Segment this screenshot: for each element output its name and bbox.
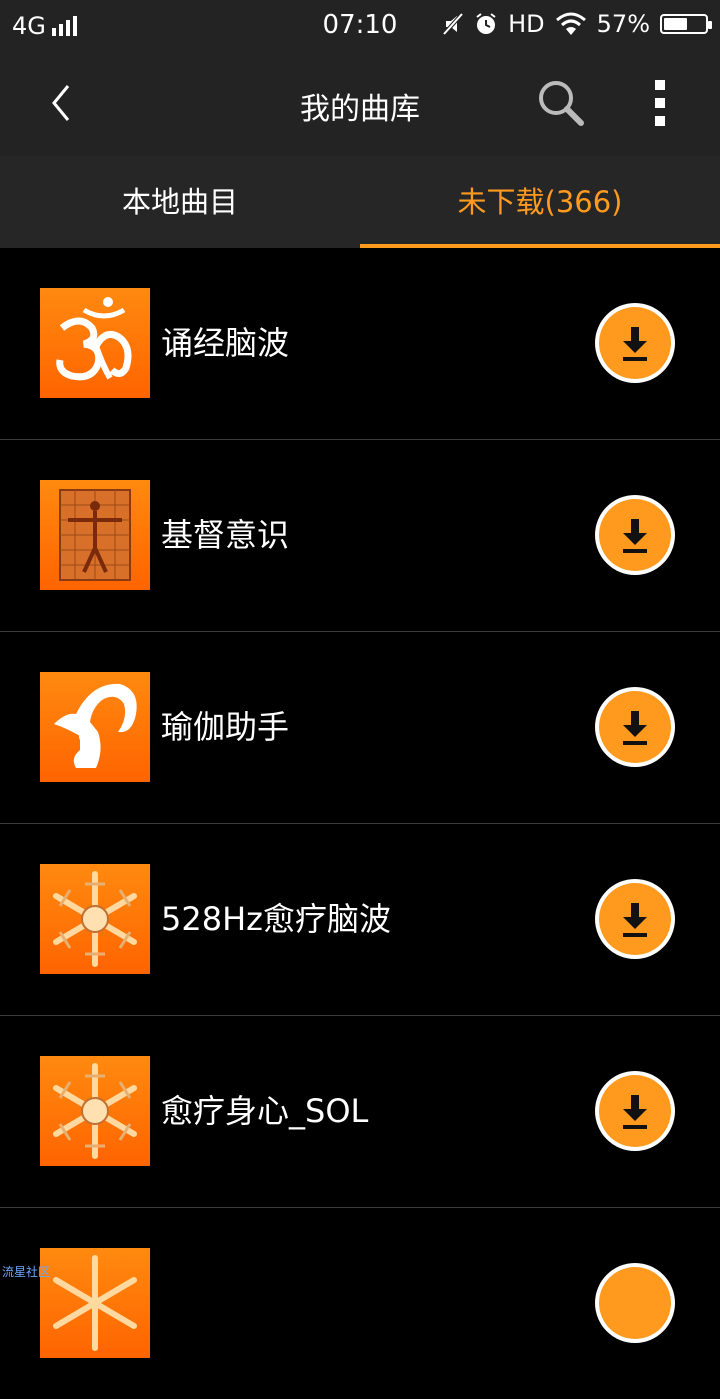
list-item[interactable]: 诵经脑波 bbox=[0, 248, 720, 440]
snowflake-icon bbox=[40, 1248, 150, 1358]
battery-level bbox=[664, 18, 687, 30]
status-bar: 4G 07:10 HD 57% bbox=[0, 0, 720, 50]
tab-not-downloaded[interactable]: 未下载(366) bbox=[360, 156, 720, 248]
mute-icon bbox=[442, 12, 464, 36]
download-icon bbox=[623, 903, 647, 937]
list-item[interactable]: 愈疗身心_SOL bbox=[0, 1016, 720, 1208]
wifi-icon bbox=[555, 12, 586, 35]
download-button[interactable] bbox=[595, 1263, 675, 1343]
dot-icon bbox=[655, 98, 665, 108]
track-list: 诵经脑波 基督意识 瑜伽助手 528Hz愈疗脑波 愈疗身心_SOL bbox=[0, 248, 720, 1399]
vitruvian-man-icon bbox=[40, 480, 150, 590]
track-title: 瑜伽助手 bbox=[161, 708, 290, 746]
om-symbol-icon bbox=[40, 288, 150, 398]
download-button[interactable] bbox=[595, 1071, 675, 1151]
search-button[interactable] bbox=[536, 78, 586, 128]
list-item[interactable]: 基督意识 bbox=[0, 440, 720, 632]
download-button[interactable] bbox=[595, 687, 675, 767]
alarm-icon bbox=[476, 13, 496, 34]
watermark: 流星社区 bbox=[2, 1265, 51, 1279]
list-item-partial[interactable] bbox=[0, 1208, 720, 1399]
battery-icon bbox=[660, 14, 712, 34]
track-title: 基督意识 bbox=[161, 516, 290, 554]
search-icon bbox=[539, 81, 584, 126]
list-item[interactable]: 528Hz愈疗脑波 bbox=[0, 824, 720, 1016]
download-button[interactable] bbox=[595, 495, 675, 575]
list-item[interactable]: 瑜伽助手 bbox=[0, 632, 720, 824]
download-icon bbox=[623, 327, 647, 361]
download-icon bbox=[623, 1095, 647, 1129]
dot-icon bbox=[655, 80, 665, 90]
status-right: HD 57% bbox=[442, 10, 712, 38]
more-options-button[interactable] bbox=[646, 80, 674, 126]
yoga-pose-icon bbox=[40, 672, 150, 782]
dot-icon bbox=[655, 116, 665, 126]
snowflake-icon bbox=[40, 1056, 150, 1166]
page-title: 我的曲库 bbox=[300, 92, 420, 127]
snowflake-icon bbox=[40, 864, 150, 974]
app-header: 我的曲库 bbox=[0, 50, 720, 156]
tab-local-tracks[interactable]: 本地曲目 bbox=[0, 156, 360, 248]
download-icon bbox=[623, 519, 647, 553]
battery-percent: 57% bbox=[596, 10, 650, 38]
track-title: 愈疗身心_SOL bbox=[161, 1092, 369, 1130]
tab-bar: 本地曲目 未下载(366) bbox=[0, 156, 720, 248]
track-title: 诵经脑波 bbox=[161, 324, 290, 362]
download-button[interactable] bbox=[595, 303, 675, 383]
track-title: 528Hz愈疗脑波 bbox=[161, 900, 391, 938]
hd-label: HD bbox=[508, 10, 545, 38]
download-icon bbox=[623, 711, 647, 745]
download-button[interactable] bbox=[595, 879, 675, 959]
